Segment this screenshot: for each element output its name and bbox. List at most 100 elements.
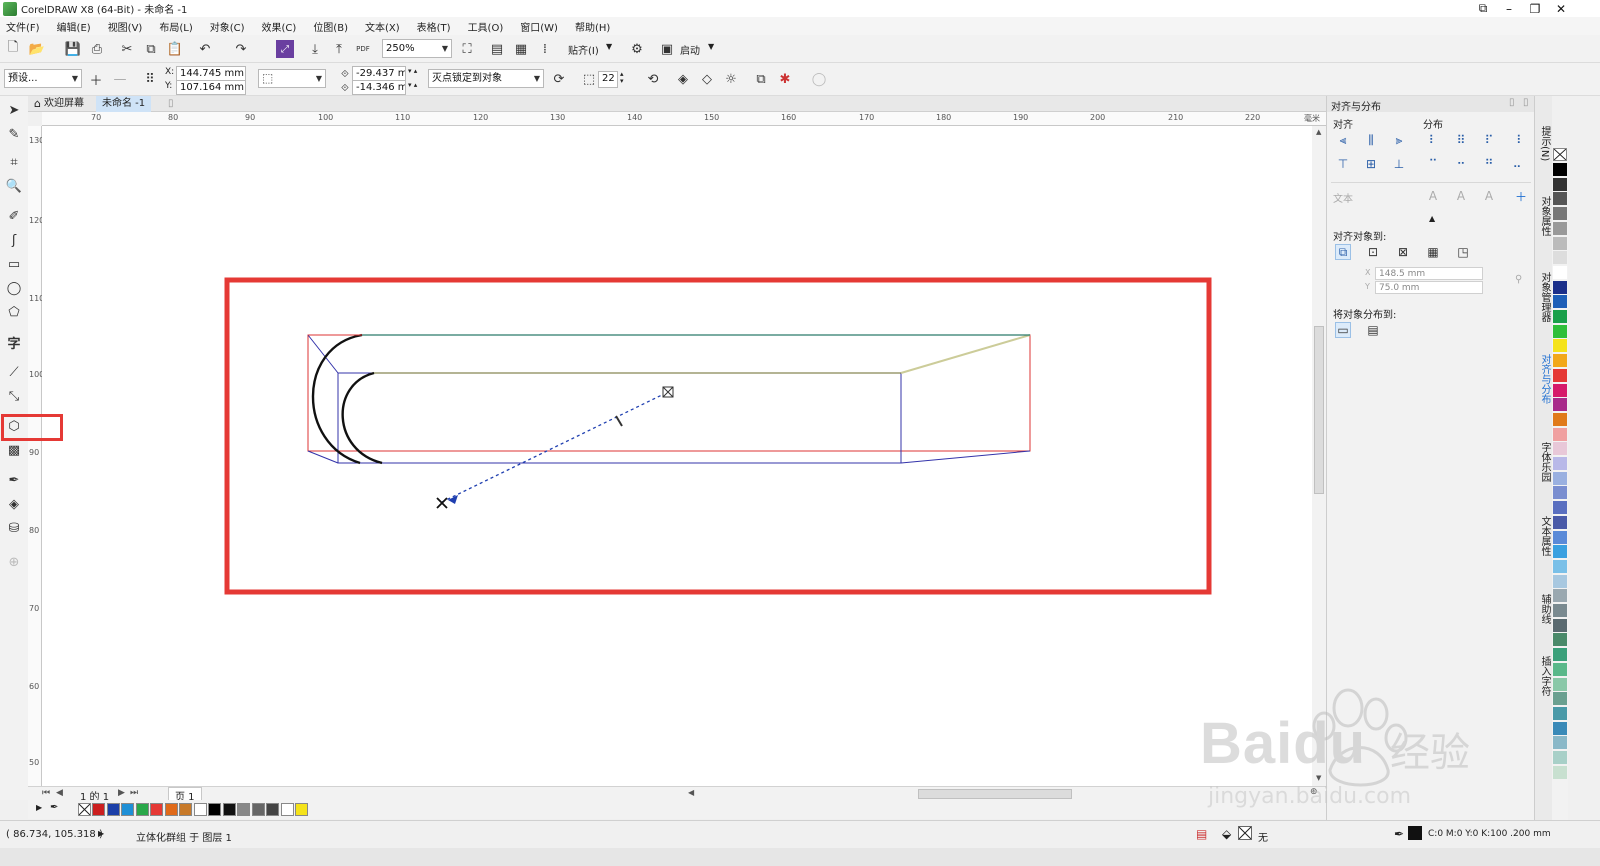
- chevron-down-icon[interactable]: ▼: [606, 42, 612, 51]
- extrude-rotation-icon[interactable]: ⟲: [644, 70, 662, 88]
- parallel-dimension-tool-icon[interactable]: ⟋: [4, 362, 24, 382]
- color-swatch[interactable]: [1553, 398, 1567, 412]
- align-to-active-objects-icon[interactable]: ⧉: [1335, 244, 1351, 260]
- extrude-lighting-icon[interactable]: ☼: [722, 70, 740, 88]
- show-rulers-icon[interactable]: ▤: [488, 40, 506, 58]
- add-preset-icon[interactable]: ＋: [87, 70, 105, 89]
- palette-arrow-icon[interactable]: ▶: [36, 803, 42, 812]
- menu-bitmaps[interactable]: 位图(B): [313, 19, 348, 34]
- color-swatch[interactable]: [179, 803, 192, 816]
- color-swatch[interactable]: [1553, 692, 1567, 706]
- cut-icon[interactable]: ✂: [118, 40, 136, 58]
- align-bottom-icon[interactable]: ⊥: [1391, 156, 1407, 172]
- lock-ratio-icon[interactable]: ⚲: [1515, 274, 1522, 285]
- color-swatch[interactable]: [280, 803, 294, 816]
- close-button[interactable]: ✕: [1548, 0, 1574, 17]
- menu-object[interactable]: 对象(C): [210, 19, 245, 34]
- text-bbox-icon[interactable]: A: [1481, 188, 1497, 204]
- align-to-grid-icon[interactable]: ▦: [1425, 244, 1441, 260]
- publish-pdf-icon[interactable]: PDF: [354, 40, 372, 58]
- color-swatch[interactable]: [1553, 354, 1567, 368]
- freehand-tool-icon[interactable]: ✐: [4, 206, 24, 226]
- tab-add-icon[interactable]: ▯: [162, 96, 180, 112]
- eyedropper-icon[interactable]: ✒: [50, 802, 58, 813]
- remove-preset-icon[interactable]: —: [111, 70, 129, 88]
- color-swatch[interactable]: [1553, 765, 1567, 779]
- color-swatch[interactable]: [1553, 163, 1567, 176]
- color-swatch[interactable]: [1553, 648, 1567, 662]
- scroll-up-icon[interactable]: ▲: [1316, 128, 1321, 136]
- distribute-bottom-icon[interactable]: ⠤: [1509, 156, 1525, 172]
- color-swatch[interactable]: [1553, 530, 1567, 544]
- menu-effects[interactable]: 效果(C): [262, 19, 297, 34]
- color-swatch[interactable]: [106, 803, 120, 816]
- color-swatch[interactable]: [1553, 251, 1567, 265]
- color-swatch[interactable]: [1553, 280, 1567, 294]
- color-swatch[interactable]: [1553, 221, 1567, 235]
- color-swatch[interactable]: [1553, 471, 1567, 485]
- preset-select[interactable]: 预设... ▼: [4, 69, 82, 88]
- polygon-tool-icon[interactable]: ⬠: [4, 302, 24, 322]
- drawing-canvas[interactable]: [42, 126, 1312, 786]
- minimize-button[interactable]: –: [1496, 0, 1522, 17]
- color-swatch[interactable]: [121, 803, 134, 816]
- color-swatch[interactable]: [164, 803, 178, 816]
- distribute-top-icon[interactable]: ⠉: [1425, 156, 1441, 172]
- tab-document[interactable]: 未命名 -1: [96, 96, 152, 112]
- color-swatch[interactable]: [1553, 295, 1567, 309]
- show-guidelines-icon[interactable]: ⁞: [536, 40, 554, 58]
- tab-hints[interactable]: 提示(N): [1537, 126, 1552, 161]
- last-page-icon[interactable]: ⏭: [130, 788, 138, 798]
- color-swatch[interactable]: [1553, 633, 1567, 647]
- color-swatch[interactable]: [1553, 207, 1567, 221]
- tab-guidelines[interactable]: 辅助线: [1537, 594, 1552, 624]
- color-swatch[interactable]: [1553, 559, 1567, 573]
- menu-text[interactable]: 文本(X): [365, 19, 400, 34]
- color-swatch[interactable]: [1553, 662, 1567, 676]
- tab-object-properties[interactable]: 对象属性: [1537, 196, 1552, 236]
- zoom-level-select[interactable]: 250% ▼: [382, 39, 452, 58]
- show-grid-icon[interactable]: ▦: [512, 40, 530, 58]
- color-swatch[interactable]: [135, 803, 149, 816]
- align-center-h-icon[interactable]: ⫼: [1363, 132, 1379, 148]
- add-icon[interactable]: ＋: [1513, 188, 1529, 204]
- color-swatch[interactable]: [1553, 442, 1567, 456]
- color-swatch[interactable]: [1553, 515, 1567, 529]
- previous-page-icon[interactable]: ◀: [56, 788, 63, 798]
- collapse-icon[interactable]: ▲: [1429, 214, 1435, 223]
- first-page-icon[interactable]: ⏮: [42, 788, 50, 798]
- rectangle-tool-icon[interactable]: ▭: [4, 254, 24, 274]
- no-color-swatch[interactable]: [78, 803, 91, 816]
- align-point-x-field[interactable]: 148.5 mm: [1375, 267, 1483, 280]
- menu-help[interactable]: 帮助(H): [575, 19, 610, 34]
- color-swatch[interactable]: [1553, 412, 1567, 426]
- color-swatch[interactable]: [1553, 501, 1567, 515]
- align-to-page-edge-icon[interactable]: ⊡: [1365, 244, 1381, 260]
- copy-extrude-icon[interactable]: ⧉: [752, 70, 770, 88]
- eyedropper-tool-icon[interactable]: ✒: [4, 470, 24, 490]
- horizontal-scroll-thumb[interactable]: [918, 789, 1072, 799]
- export-icon[interactable]: ⤒: [330, 40, 348, 58]
- color-swatch[interactable]: [1553, 751, 1567, 764]
- extrude-color-icon[interactable]: ◈: [674, 70, 692, 88]
- align-to-page-center-icon[interactable]: ⊠: [1395, 244, 1411, 260]
- color-swatch[interactable]: [208, 803, 221, 816]
- y-position-field[interactable]: 107.164 mm: [176, 80, 246, 95]
- menu-view[interactable]: 视图(V): [108, 19, 143, 34]
- color-swatch[interactable]: [1553, 486, 1567, 500]
- connector-tool-icon[interactable]: ⤡: [4, 386, 24, 406]
- menu-layout[interactable]: 布局(L): [159, 19, 192, 34]
- menu-window[interactable]: 窗口(W): [520, 19, 558, 34]
- more-tools-icon[interactable]: ⊕: [4, 552, 24, 572]
- stepper-icon[interactable]: ▾ ▴: [408, 67, 417, 75]
- depth-stepper-icon[interactable]: ▴ ▾: [620, 71, 624, 85]
- distribute-spacing-h-icon[interactable]: ⠏: [1481, 132, 1497, 148]
- distribute-center-h-icon[interactable]: ⠿: [1453, 132, 1469, 148]
- color-swatch[interactable]: [1553, 383, 1567, 397]
- expand-icon[interactable]: ▶: [98, 829, 104, 838]
- color-swatch[interactable]: [1553, 604, 1567, 617]
- align-point-y-field[interactable]: 75.0 mm: [1375, 281, 1483, 294]
- align-left-icon[interactable]: ⫷: [1335, 132, 1351, 148]
- open-icon[interactable]: 📂: [28, 40, 46, 58]
- zoom-tool-icon[interactable]: 🔍: [4, 176, 24, 196]
